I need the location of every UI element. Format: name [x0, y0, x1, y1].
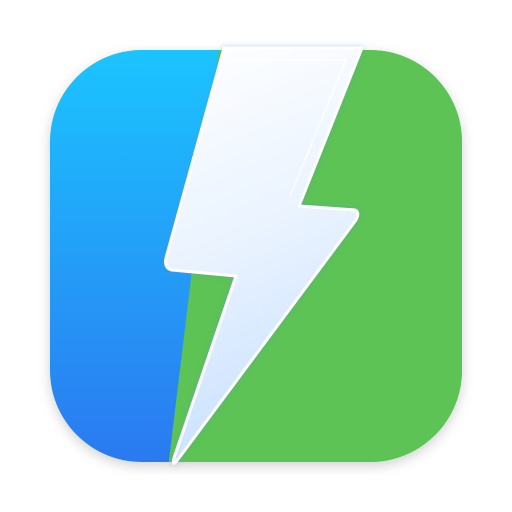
- app-icon-canvas: [0, 0, 512, 512]
- app-icon: [50, 46, 462, 465]
